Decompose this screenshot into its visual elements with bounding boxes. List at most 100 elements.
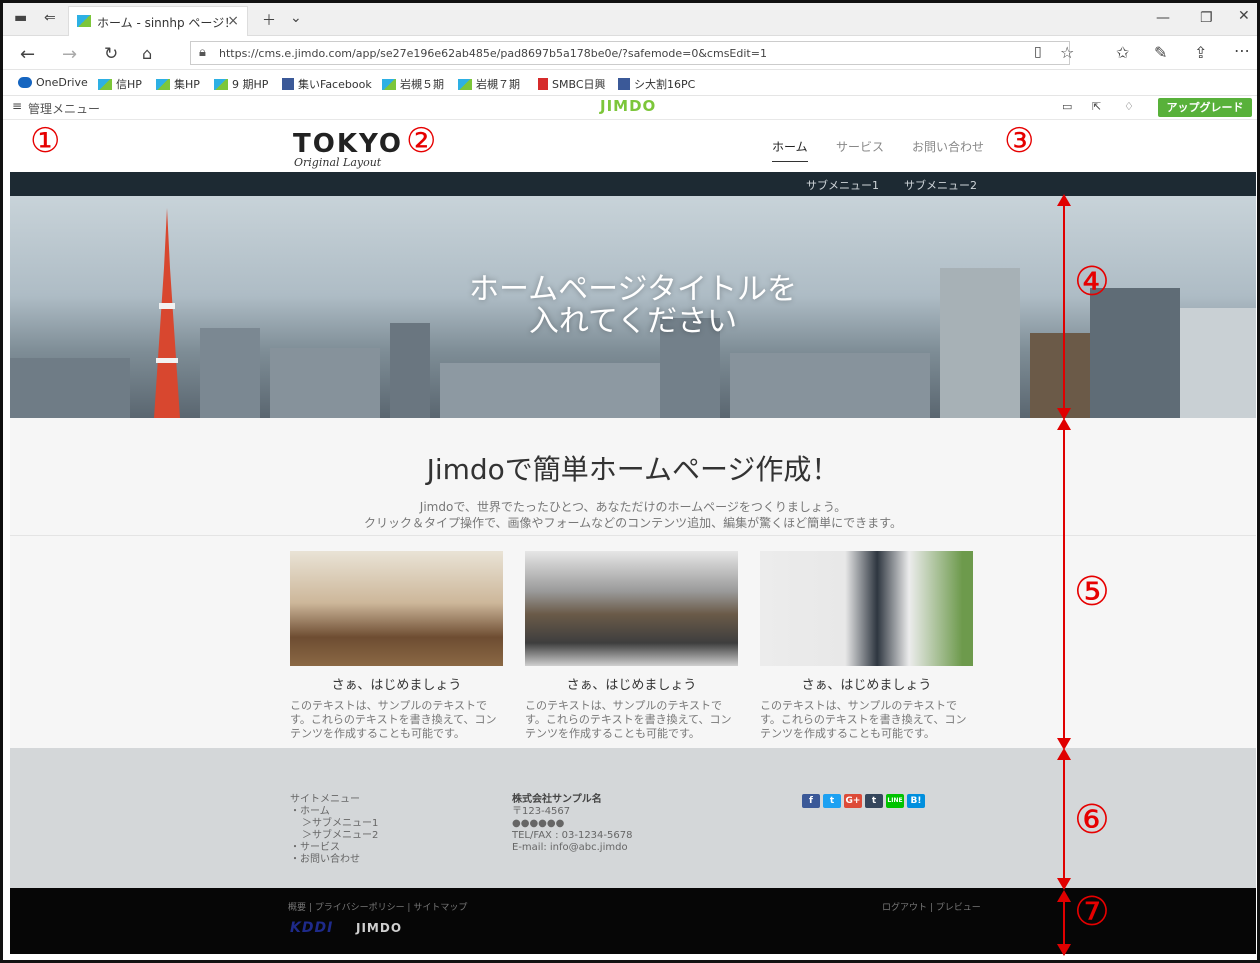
forward-icon[interactable]: → bbox=[62, 44, 77, 65]
hero-title-line2: 入れてください bbox=[528, 304, 738, 339]
card: さぁ、はじめましょう このテキストは、サンプルのテキストです。これらのテキストを… bbox=[760, 551, 973, 741]
back-icon[interactable]: ← bbox=[20, 44, 35, 65]
refresh-icon[interactable]: ↻ bbox=[104, 44, 118, 64]
cafe-photo[interactable] bbox=[290, 551, 503, 666]
device-preview-icon[interactable]: ▭ bbox=[1062, 100, 1072, 113]
card-title[interactable]: さぁ、はじめましょう bbox=[525, 674, 738, 693]
social-buttons: f t G+ t LINE B! bbox=[802, 794, 925, 808]
building-shape bbox=[440, 363, 660, 418]
sub-navigation: サブメニュー1 サブメニュー2 bbox=[10, 172, 1256, 196]
browser-tab-bar: ▬ ⇐ ホーム - sinnhp ページ！ × ＋ ⌄ — ❐ ✕ bbox=[0, 0, 1260, 36]
section-arrow-footer bbox=[1057, 748, 1071, 890]
notification-bell-icon[interactable]: ♢ bbox=[1124, 100, 1134, 113]
footer-link-sub1[interactable]: ＞サブメニュー1 bbox=[290, 818, 378, 830]
intro-heading[interactable]: Jimdoで簡単ホームページ作成！ bbox=[10, 448, 1256, 488]
nav-service[interactable]: サービス bbox=[836, 138, 884, 155]
googleplus-share-icon[interactable]: G+ bbox=[844, 794, 862, 808]
site-header: TOKYO Original Layout ホーム サービス お問い合わせ bbox=[10, 120, 1256, 172]
web-note-icon[interactable]: ✎ bbox=[1154, 43, 1167, 62]
couple-photo[interactable] bbox=[760, 551, 973, 666]
minimize-icon[interactable]: — bbox=[1156, 10, 1170, 26]
site-footer: サイトメニュー ・ホーム ＞サブメニュー1 ＞サブメニュー2 ・サービス ・お問… bbox=[10, 748, 1256, 888]
footer-link-service[interactable]: ・サービス bbox=[290, 842, 378, 854]
jimdo-footer-logo: JIMDO bbox=[356, 921, 403, 935]
logout-preview-links[interactable]: ログアウト | プレビュー bbox=[882, 900, 981, 913]
address-bar-row: ← → ↻ ⌂ 🔒︎ https://cms.e.jimdo.com/app/s… bbox=[0, 36, 1260, 70]
company-address: ●●●●●● bbox=[512, 818, 565, 829]
lock-icon: 🔒︎ bbox=[199, 45, 206, 60]
intro-section: Jimdoで簡単ホームページ作成！ Jimdoで、世界でたったひとつ、あなただけ… bbox=[10, 418, 1256, 536]
fav-6[interactable]: 岩槻７期 bbox=[458, 76, 520, 92]
hamburger-icon[interactable]: ≡ bbox=[12, 99, 22, 113]
new-tab-icon[interactable]: ＋ bbox=[262, 10, 276, 30]
building-shape bbox=[270, 348, 380, 418]
intro-text-line1[interactable]: Jimdoで、世界でたったひとつ、あなただけのホームページをつくりましょう。 bbox=[10, 498, 1256, 515]
nav-contact[interactable]: お問い合わせ bbox=[912, 138, 984, 155]
footer-link-home[interactable]: ・ホーム bbox=[290, 806, 378, 818]
favorite-star-icon[interactable]: ☆ bbox=[1060, 43, 1074, 62]
hero-title-line1: ホームページタイトルを bbox=[469, 272, 797, 307]
hatena-share-icon[interactable]: B! bbox=[907, 794, 925, 808]
jimdo-admin-bar: ≡ 管理メニュー JIMDO ▭ ⇱ ♢ アップグレード bbox=[0, 96, 1260, 120]
upgrade-button[interactable]: アップグレード bbox=[1158, 98, 1252, 117]
close-window-icon[interactable]: ✕ bbox=[1238, 8, 1250, 24]
subnav-item-2[interactable]: サブメニュー2 bbox=[904, 177, 977, 193]
fav-3[interactable]: 9 期HP bbox=[214, 76, 268, 92]
footer-sitemenu-title: サイトメニュー bbox=[290, 794, 360, 805]
card: さぁ、はじめましょう このテキストは、サンプルのテキストです。これらのテキストを… bbox=[290, 551, 503, 741]
card: さぁ、はじめましょう このテキストは、サンプルのテキストです。これらのテキストを… bbox=[525, 551, 738, 741]
admin-menu-button[interactable]: 管理メニュー bbox=[28, 100, 100, 117]
url-field[interactable]: 🔒︎ https://cms.e.jimdo.com/app/se27e196e… bbox=[190, 41, 1070, 65]
building-shape bbox=[200, 328, 260, 418]
share-site-icon[interactable]: ⇱ bbox=[1092, 100, 1101, 113]
fav-1[interactable]: 信HP bbox=[98, 76, 142, 92]
card-text[interactable]: このテキストは、サンプルのテキストです。これらのテキストを書き換えて、コンテンツ… bbox=[525, 699, 738, 741]
section-arrow-bottom bbox=[1057, 890, 1071, 956]
hero-title[interactable]: ホームページタイトルを 入れてください bbox=[10, 274, 1256, 338]
fav-4[interactable]: 集いFacebook bbox=[282, 76, 372, 92]
jimdo-icon bbox=[458, 78, 472, 90]
tab-actions-icon[interactable]: ▬ bbox=[14, 10, 27, 26]
card-text[interactable]: このテキストは、サンプルのテキストです。これらのテキストを書き換えて、コンテンツ… bbox=[760, 699, 973, 741]
footer-link-sub2[interactable]: ＞サブメニュー2 bbox=[290, 830, 378, 842]
fav-2[interactable]: 集HP bbox=[156, 76, 200, 92]
line-share-icon[interactable]: LINE bbox=[886, 794, 904, 808]
fav-8[interactable]: シ大割16PC bbox=[618, 76, 695, 92]
nav-home[interactable]: ホーム bbox=[772, 138, 808, 162]
home-icon[interactable]: ⌂ bbox=[142, 44, 152, 63]
fav-5[interactable]: 岩槻５期 bbox=[382, 76, 444, 92]
station-crosswalk-photo[interactable] bbox=[525, 551, 738, 666]
marker-5: ⑤ bbox=[1074, 569, 1110, 615]
twitter-share-icon[interactable]: t bbox=[823, 794, 841, 808]
jimdo-icon bbox=[214, 78, 228, 90]
favorites-hub-icon[interactable]: ✩ bbox=[1116, 43, 1129, 62]
restore-icon[interactable]: ❐ bbox=[1200, 10, 1213, 26]
card-title[interactable]: さぁ、はじめましょう bbox=[760, 674, 973, 693]
facebook-share-icon[interactable]: f bbox=[802, 794, 820, 808]
legal-links[interactable]: 概要 | プライバシーポリシー | サイトマップ bbox=[288, 900, 467, 913]
set-aside-tabs-icon[interactable]: ⇐ bbox=[44, 10, 56, 26]
subnav-item-1[interactable]: サブメニュー1 bbox=[806, 177, 879, 193]
building-shape bbox=[10, 358, 130, 418]
more-icon[interactable]: ⋯ bbox=[1234, 41, 1250, 60]
facebook-icon bbox=[282, 78, 294, 90]
tab-list-chevron-icon[interactable]: ⌄ bbox=[290, 10, 302, 26]
fav-onedrive[interactable]: OneDrive bbox=[18, 76, 88, 89]
reading-view-icon[interactable]: ▯ bbox=[1034, 44, 1042, 60]
section-arrow-content bbox=[1057, 418, 1071, 750]
jimdo-icon bbox=[98, 78, 112, 90]
browser-tab[interactable]: ホーム - sinnhp ページ！ × bbox=[68, 6, 248, 36]
intro-text-line2[interactable]: クリック＆タイプ操作で、画像やフォームなどのコンテンツ追加、編集が驚くほど簡単に… bbox=[10, 514, 1256, 531]
favorites-bar: OneDrive 信HP 集HP 9 期HP 集いFacebook 岩槻５期 岩… bbox=[0, 70, 1260, 96]
card-text[interactable]: このテキストは、サンプルのテキストです。これらのテキストを書き換えて、コンテンツ… bbox=[290, 699, 503, 741]
fav-7[interactable]: SMBC日興 bbox=[538, 76, 606, 92]
card-title[interactable]: さぁ、はじめましょう bbox=[290, 674, 503, 693]
footer-link-contact[interactable]: ・お問い合わせ bbox=[290, 854, 378, 866]
company-tel: TEL/FAX : 03-1234-5678 bbox=[512, 830, 633, 841]
tumblr-share-icon[interactable]: t bbox=[865, 794, 883, 808]
marker-4: ④ bbox=[1074, 259, 1110, 305]
jimdo-icon bbox=[156, 78, 170, 90]
close-tab-icon[interactable]: × bbox=[227, 13, 239, 29]
share-icon[interactable]: ⇪ bbox=[1194, 43, 1207, 62]
site-logo-main[interactable]: TOKYO bbox=[293, 129, 403, 159]
